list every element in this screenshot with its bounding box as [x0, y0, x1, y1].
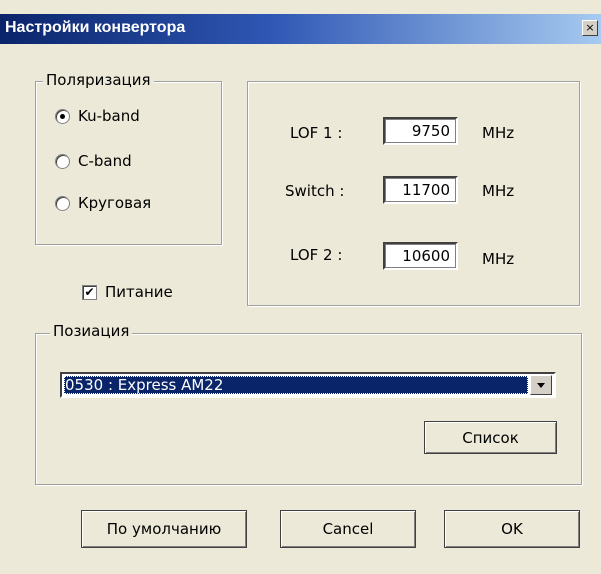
position-group: [35, 333, 582, 485]
radio-c-band[interactable]: C-band: [55, 152, 132, 170]
radio-c-band-label: C-band: [78, 152, 132, 170]
list-button[interactable]: Список: [424, 421, 557, 454]
radio-circular-label: Круговая: [78, 194, 152, 212]
radio-ku-band[interactable]: Ku-band: [55, 107, 140, 125]
lof1-label: LOF 1 :: [290, 124, 343, 142]
lof2-input[interactable]: [383, 242, 458, 270]
polarization-group-label: Поляризация: [43, 71, 154, 89]
power-checkbox-box[interactable]: ✔: [82, 284, 97, 300]
default-button[interactable]: По умолчанию: [81, 510, 247, 548]
power-label: Питание: [105, 283, 173, 301]
switch-label: Switch :: [285, 182, 345, 200]
lof2-label: LOF 2 :: [290, 246, 343, 264]
satellite-position-value: 0530 : Express AM22: [64, 376, 528, 394]
radio-circular-circle[interactable]: [55, 195, 70, 211]
title-bar: Настройки конвертора ×: [0, 14, 601, 44]
check-icon: ✔: [84, 284, 95, 299]
chevron-down-icon[interactable]: [530, 375, 552, 395]
lof2-unit: MHz: [482, 250, 515, 268]
cancel-button[interactable]: Cancel: [280, 510, 416, 548]
radio-ku-band-circle[interactable]: [55, 108, 70, 124]
radio-c-band-circle[interactable]: [55, 153, 70, 169]
switch-input[interactable]: [383, 176, 458, 204]
close-icon: ×: [585, 21, 595, 34]
satellite-position-select[interactable]: 0530 : Express AM22: [60, 372, 556, 398]
radio-circular[interactable]: Круговая: [55, 194, 151, 212]
radio-ku-band-label: Ku-band: [78, 107, 140, 125]
lof1-input[interactable]: [383, 117, 458, 145]
power-checkbox[interactable]: ✔ Питание: [82, 283, 173, 301]
lof1-unit: MHz: [482, 124, 515, 142]
ok-button[interactable]: OK: [444, 510, 580, 548]
close-button[interactable]: ×: [582, 20, 598, 36]
position-group-label: Позиация: [50, 322, 133, 340]
switch-unit: MHz: [482, 182, 515, 200]
window-title: Настройки конвертора: [5, 19, 186, 36]
converter-settings-dialog: Настройки конвертора × Поляризация Ku-ba…: [0, 0, 601, 574]
